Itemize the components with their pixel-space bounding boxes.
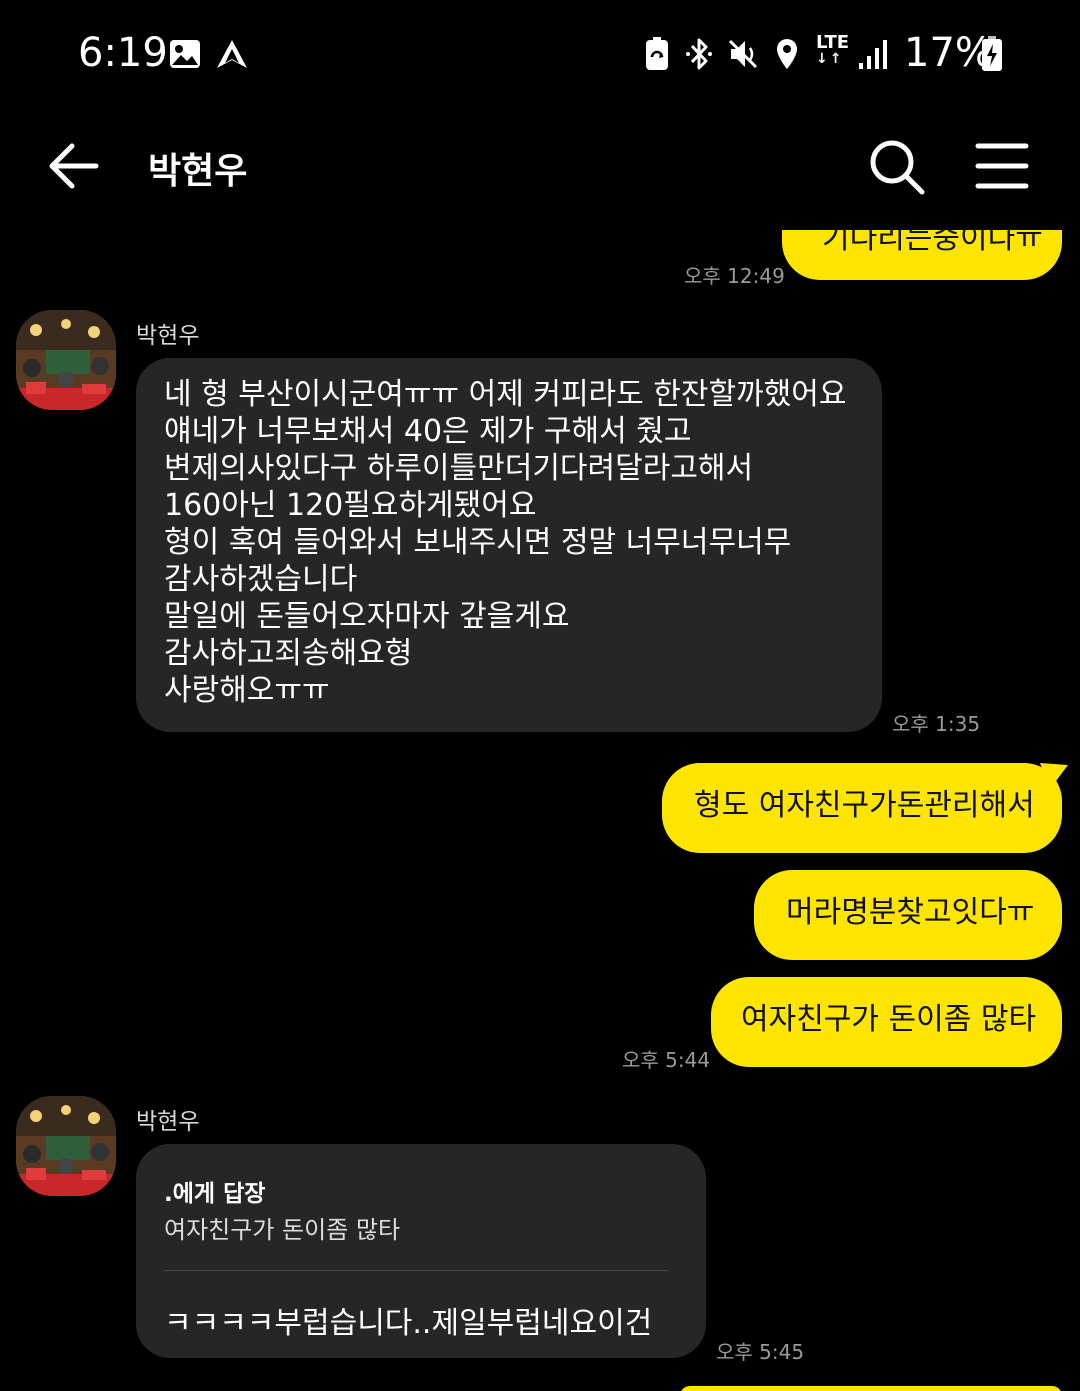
message-text: 기다리는중이다ㅠ bbox=[822, 230, 1043, 256]
chat-title: 박현우 bbox=[148, 151, 248, 192]
reply-divider bbox=[164, 1270, 668, 1271]
bubble-tail bbox=[1040, 763, 1068, 789]
chat-header: 박현우 bbox=[0, 110, 1080, 230]
message-line: 말일에 돈들어오자마자 갚을게요 bbox=[164, 599, 570, 634]
avatar[interactable] bbox=[16, 310, 116, 410]
lte-indicator: LTE ↓↑ bbox=[816, 32, 850, 67]
message-line: 감사하겠습니다 bbox=[164, 562, 358, 597]
recycle-icon bbox=[644, 36, 670, 72]
message-line: 네 형 부산이시군여ㅠㅠ 어제 커피라도 한잔할까했어요 bbox=[164, 377, 847, 412]
menu-button[interactable] bbox=[972, 140, 1032, 192]
battery-charging-icon bbox=[980, 36, 1004, 72]
my-message-bubble[interactable]: 기다리는중이다ㅠ bbox=[782, 230, 1062, 280]
sender-name: 박현우 bbox=[136, 1109, 200, 1135]
hamburger-menu-icon bbox=[975, 143, 1029, 189]
my-message-bubble[interactable]: 머라명분찾고잇다ㅠ bbox=[754, 870, 1062, 960]
my-message-bubble[interactable]: 형도 여자친구가돈관리해서 bbox=[662, 763, 1062, 853]
location-icon bbox=[774, 36, 800, 72]
message-line: 변제의사있다구 하루이틀만더기다려달라고해서 bbox=[164, 451, 754, 486]
arrow-left-icon bbox=[49, 143, 99, 189]
message-text: 형도 여자친구가돈관리해서 bbox=[694, 788, 1035, 823]
message-text: ㅋㅋㅋㅋ부럽습니다..제일부럽네요이건 bbox=[164, 1306, 653, 1341]
message-time: 오후 1:35 bbox=[892, 712, 981, 736]
my-message-bubble[interactable]: 여자친구가 돈이좀 많타 bbox=[711, 977, 1062, 1067]
navigation-icon bbox=[214, 36, 250, 72]
message-line: 사랑해오ㅠㅠ bbox=[164, 673, 330, 708]
message-line: 160아닌 120필요하게됐어요 bbox=[164, 488, 537, 523]
chat-area[interactable]: 기다리는중이다ㅠ 오후 12:49 박현우 네 형 부산이시군여ㅠㅠ 어제 커피… bbox=[0, 230, 1080, 1391]
mute-icon bbox=[728, 36, 760, 72]
message-time: 오후 5:44 bbox=[622, 1048, 711, 1072]
friend-reply-bubble[interactable]: .에게 답장 여자친구가 돈이좀 많타 ㅋㅋㅋㅋ부럽습니다..제일부럽네요이건 bbox=[136, 1144, 706, 1358]
gallery-icon bbox=[168, 36, 202, 72]
message-line: 얘네가 너무보채서 40은 제가 구해서 줬고 bbox=[164, 414, 692, 449]
message-text: 머라명분찾고잇다ㅠ bbox=[786, 895, 1035, 930]
reply-to-label: .에게 답장 bbox=[164, 1181, 266, 1207]
next-message-edge bbox=[680, 1386, 1062, 1391]
friend-message-bubble[interactable]: 네 형 부산이시군여ㅠㅠ 어제 커피라도 한잔할까했어요 얘네가 너무보채서 4… bbox=[136, 358, 882, 732]
signal-icon bbox=[856, 36, 890, 72]
search-button[interactable] bbox=[866, 136, 928, 198]
message-time: 오후 12:49 bbox=[684, 264, 785, 288]
search-icon bbox=[870, 140, 925, 195]
message-text: 여자친구가 돈이좀 많타 bbox=[741, 1002, 1037, 1037]
status-bar: 6:19 LTE ↓↑ 17% bbox=[0, 0, 1080, 110]
quoted-message[interactable]: 여자친구가 돈이좀 많타 bbox=[164, 1210, 400, 1245]
message-time: 오후 5:45 bbox=[716, 1340, 805, 1364]
bluetooth-icon bbox=[684, 36, 714, 72]
message-line: 감사하고죄송해요형 bbox=[164, 636, 413, 671]
status-time: 6:19 bbox=[78, 30, 168, 76]
avatar[interactable] bbox=[16, 1096, 116, 1196]
message-line: 형이 혹여 들어와서 보내주시면 정말 너무너무너무 bbox=[164, 525, 792, 560]
sender-name: 박현우 bbox=[136, 323, 200, 349]
back-button[interactable] bbox=[44, 138, 104, 194]
